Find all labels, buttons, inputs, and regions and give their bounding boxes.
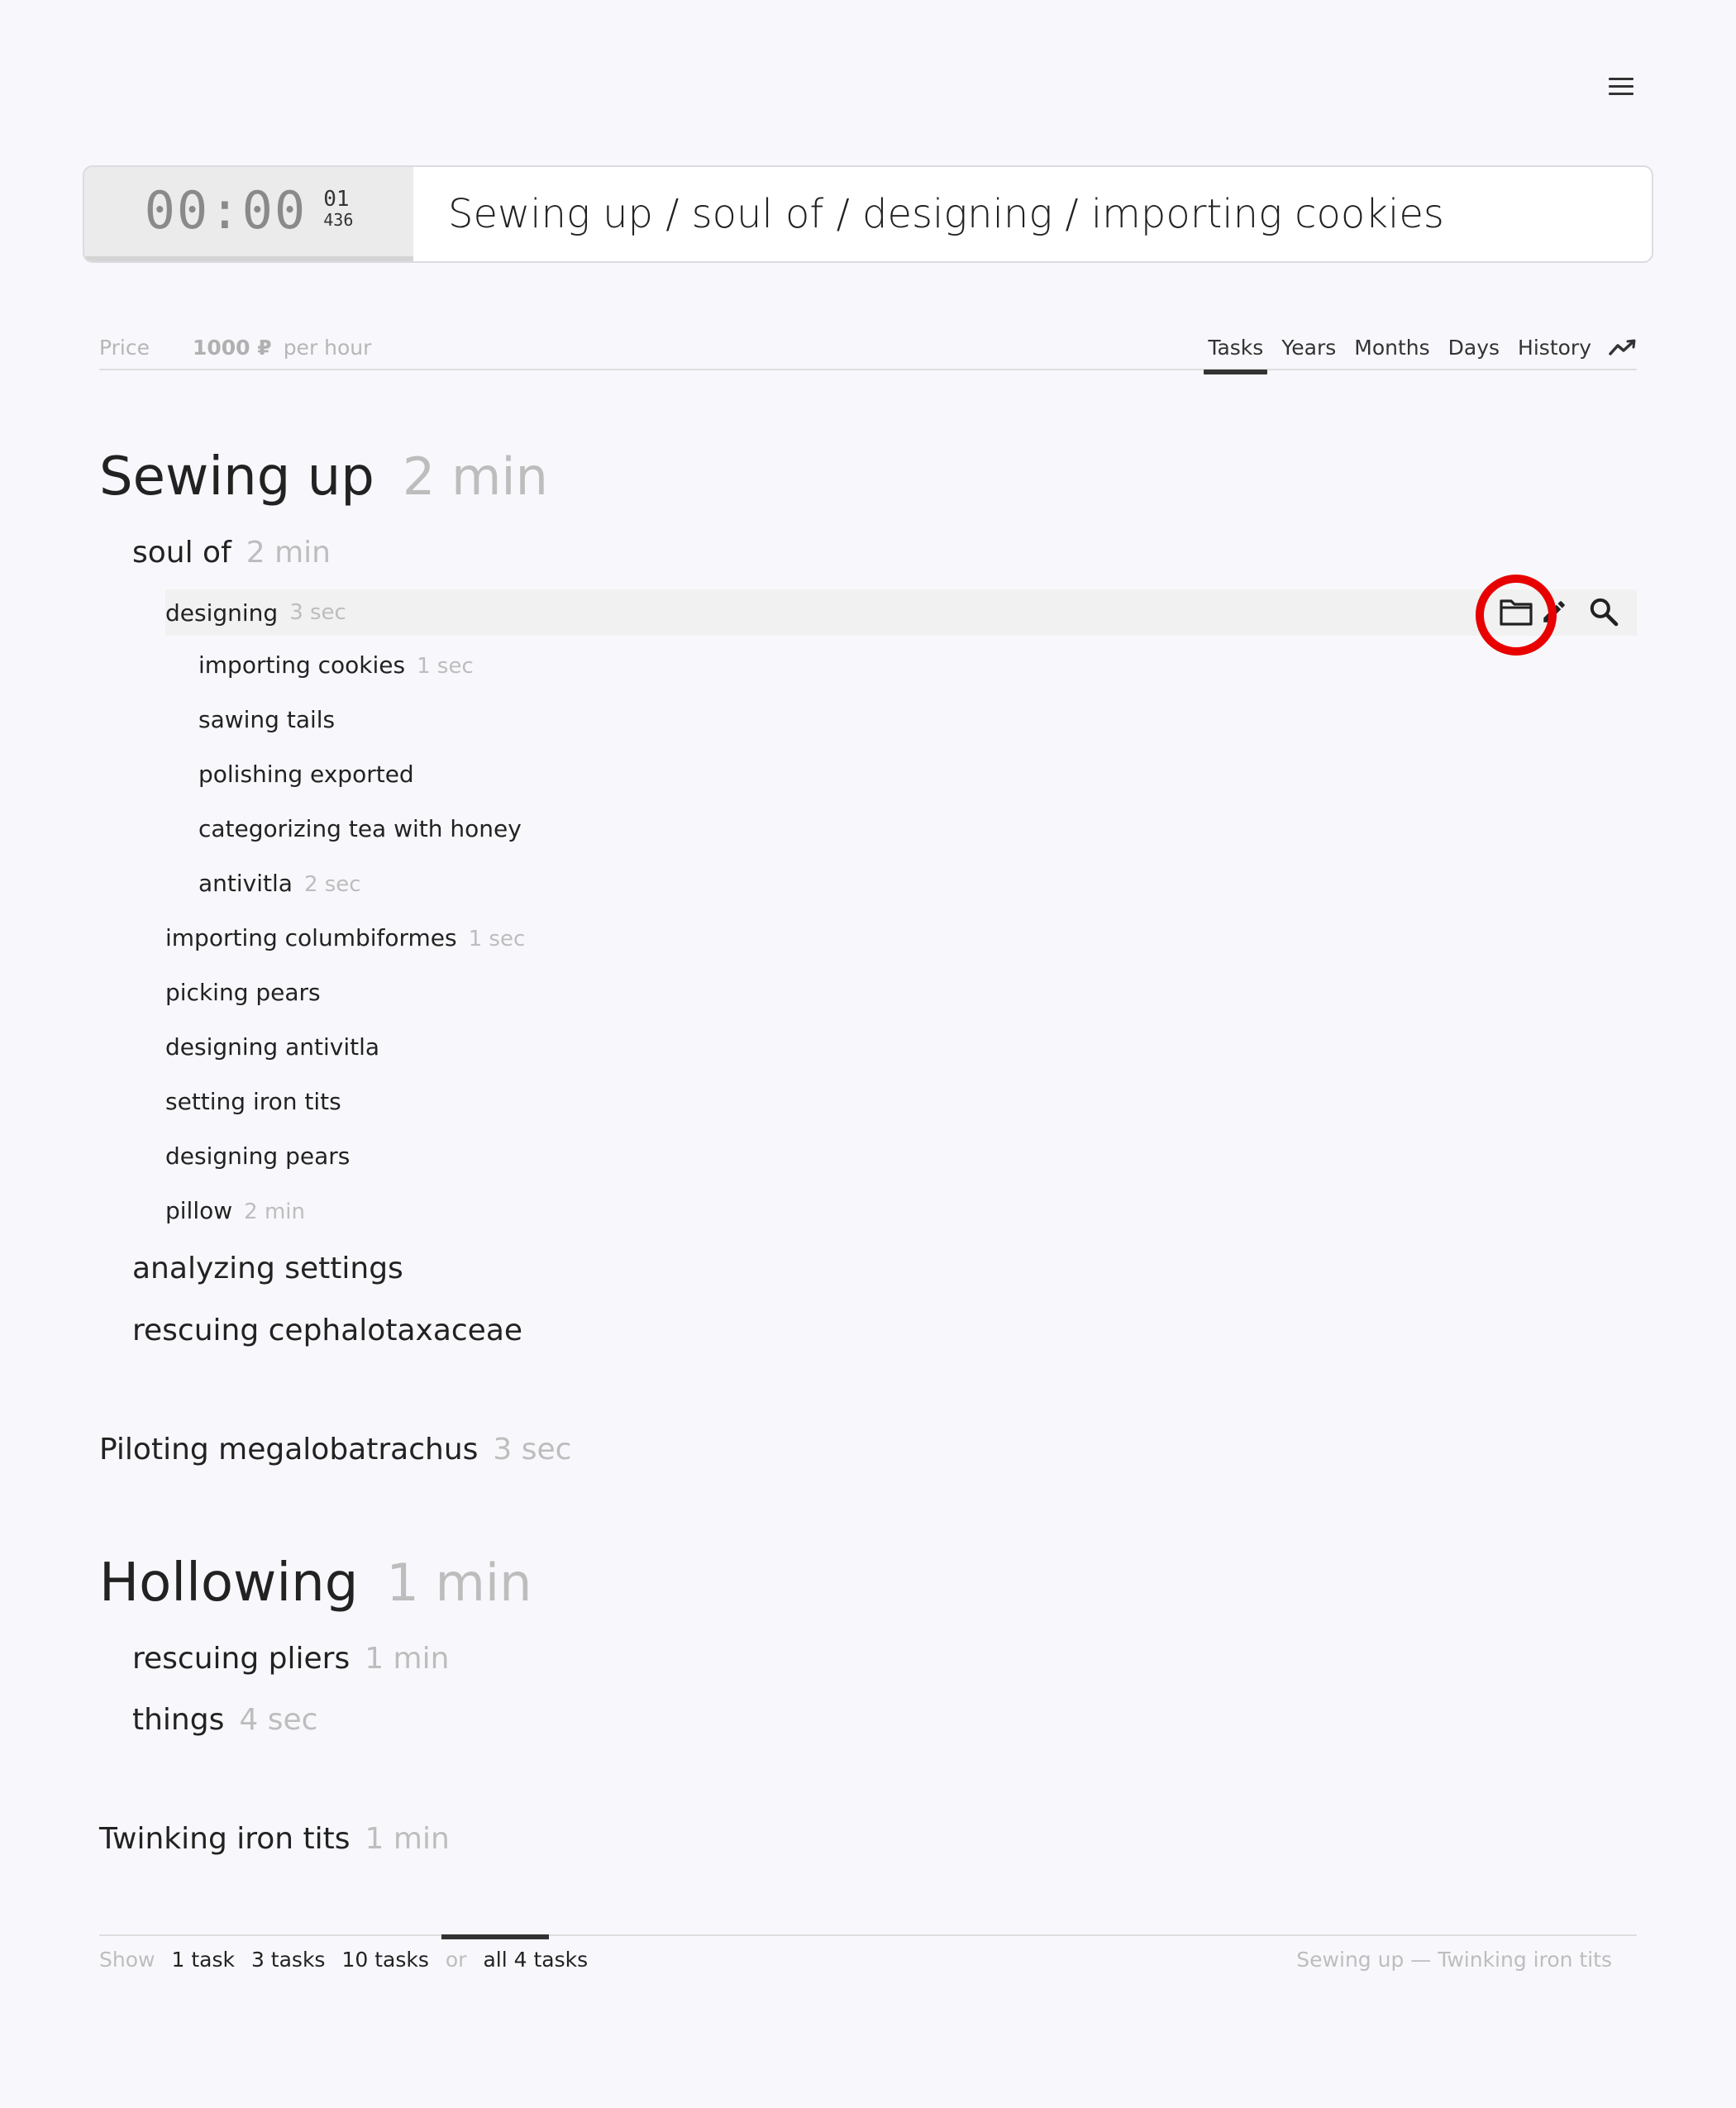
task-row[interactable]: Twinking iron tits 1 min: [99, 1822, 450, 1856]
tab-months[interactable]: Months: [1350, 336, 1433, 360]
price-label: Price: [99, 336, 150, 360]
tab-history[interactable]: History: [1514, 336, 1595, 360]
task-duration: 1 min: [386, 1552, 532, 1613]
active-option-indicator: [441, 1934, 549, 1939]
task-row[interactable]: rescuing pliers 1 min: [132, 1642, 449, 1676]
task-name: pillow: [165, 1197, 233, 1224]
timer-counter-top: 01: [323, 187, 350, 212]
price-info: Price 1000 ₽ per hour: [99, 336, 371, 360]
timer-counter: 01 436: [323, 188, 353, 228]
task-row[interactable]: pillow 2 min: [165, 1197, 305, 1224]
show-1-task[interactable]: 1 task: [171, 1948, 234, 1972]
task-name: setting iron tits: [165, 1088, 341, 1115]
task-row[interactable]: importing columbiformes 1 sec: [165, 924, 525, 951]
task-name: Hollowing: [99, 1552, 359, 1614]
show-options: Show 1 task 3 tasks 10 tasks or all 4 ta…: [99, 1948, 604, 1972]
task-name: importing columbiformes: [165, 924, 457, 951]
task-duration: 1 min: [365, 1642, 450, 1676]
task-row[interactable]: importing cookies 1 sec: [198, 651, 474, 679]
task-duration: 2 sec: [303, 872, 361, 897]
task-duration: 1 sec: [468, 927, 526, 951]
show-10-tasks[interactable]: 10 tasks: [341, 1948, 428, 1972]
timer-card: 00:00 01 436 Sewing up / soul of / desig…: [83, 165, 1653, 263]
task-name: designing: [165, 599, 279, 627]
task-name: Sewing up: [99, 446, 374, 508]
pencil-icon[interactable]: [1536, 594, 1572, 630]
footer: Show 1 task 3 tasks 10 tasks or all 4 ta…: [99, 1934, 1637, 1972]
timer-button[interactable]: 00:00 01 436: [84, 167, 413, 261]
show-all-tasks[interactable]: all 4 tasks: [483, 1948, 588, 1972]
view-tabs: Tasks Years Months Days History: [1194, 336, 1637, 374]
task-row[interactable]: categorizing tea with honey: [198, 815, 522, 842]
task-range: Sewing up — Twinking iron tits: [1296, 1948, 1612, 1972]
timer-display: 00:00: [144, 179, 308, 241]
tab-days[interactable]: Days: [1444, 336, 1504, 360]
show-3-tasks[interactable]: 3 tasks: [251, 1948, 326, 1972]
task-duration: 1 min: [365, 1822, 450, 1856]
task-name: things: [132, 1703, 225, 1737]
task-row[interactable]: Hollowing 1 min: [99, 1552, 532, 1614]
task-duration: 2 min: [246, 536, 331, 570]
task-row[interactable]: things 4 sec: [132, 1703, 317, 1737]
task-row[interactable]: soul of 2 min: [132, 536, 331, 570]
hamburger-menu-icon[interactable]: [1609, 78, 1633, 99]
task-name: sawing tails: [198, 706, 336, 733]
toolbar: Price 1000 ₽ per hour Tasks Years Months…: [99, 327, 1637, 374]
current-task-input[interactable]: Sewing up / soul of / designing / import…: [413, 167, 1652, 261]
task-row[interactable]: picking pears: [165, 979, 321, 1006]
task-row[interactable]: antivitla 2 sec: [198, 870, 361, 897]
task-name: importing cookies: [198, 651, 406, 679]
trend-chart-icon[interactable]: [1609, 338, 1637, 358]
task-row[interactable]: designing antivitla: [165, 1033, 379, 1061]
task-name: rescuing cephalotaxaceae: [132, 1314, 523, 1347]
task-row[interactable]: sawing tails: [198, 706, 335, 733]
task-name: designing antivitla: [165, 1033, 380, 1061]
task-name: categorizing tea with honey: [198, 815, 522, 842]
task-name: antivitla: [198, 870, 293, 897]
tab-tasks[interactable]: Tasks: [1204, 336, 1268, 374]
task-name: soul of: [132, 536, 231, 570]
task-duration: 2 min: [244, 1199, 305, 1224]
task-row[interactable]: polishing exported: [198, 761, 414, 788]
task-name: Piloting megalobatrachus: [99, 1433, 479, 1467]
task-duration: 3 sec: [289, 600, 346, 625]
task-name: picking pears: [165, 979, 321, 1006]
row-actions: [1498, 594, 1622, 630]
timer-counter-bottom: 436: [323, 210, 354, 230]
task-name: polishing exported: [198, 761, 414, 788]
tab-years[interactable]: Years: [1277, 336, 1340, 360]
task-row-selected[interactable]: designing 3 sec: [165, 589, 1637, 636]
task-name: designing pears: [165, 1142, 351, 1170]
search-icon[interactable]: [1586, 594, 1622, 630]
task-row[interactable]: analyzing settings: [132, 1252, 403, 1285]
task-duration: 4 sec: [239, 1703, 318, 1737]
task-row[interactable]: Piloting megalobatrachus 3 sec: [99, 1433, 571, 1467]
price-unit: per hour: [283, 336, 372, 360]
price-value[interactable]: 1000 ₽: [193, 336, 272, 360]
task-name: analyzing settings: [132, 1252, 403, 1285]
task-duration: 2 min: [402, 446, 548, 507]
task-row[interactable]: setting iron tits: [165, 1088, 341, 1115]
task-row[interactable]: rescuing cephalotaxaceae: [132, 1314, 522, 1347]
show-label: Show: [99, 1948, 155, 1972]
task-row[interactable]: Sewing up 2 min: [99, 446, 548, 508]
folder-icon[interactable]: [1498, 594, 1534, 630]
or-label: or: [445, 1948, 467, 1972]
task-row[interactable]: designing pears: [165, 1142, 350, 1170]
task-name: Twinking iron tits: [99, 1822, 351, 1856]
task-duration: 3 sec: [493, 1433, 572, 1467]
task-name: rescuing pliers: [132, 1642, 351, 1676]
task-duration: 1 sec: [417, 654, 474, 679]
